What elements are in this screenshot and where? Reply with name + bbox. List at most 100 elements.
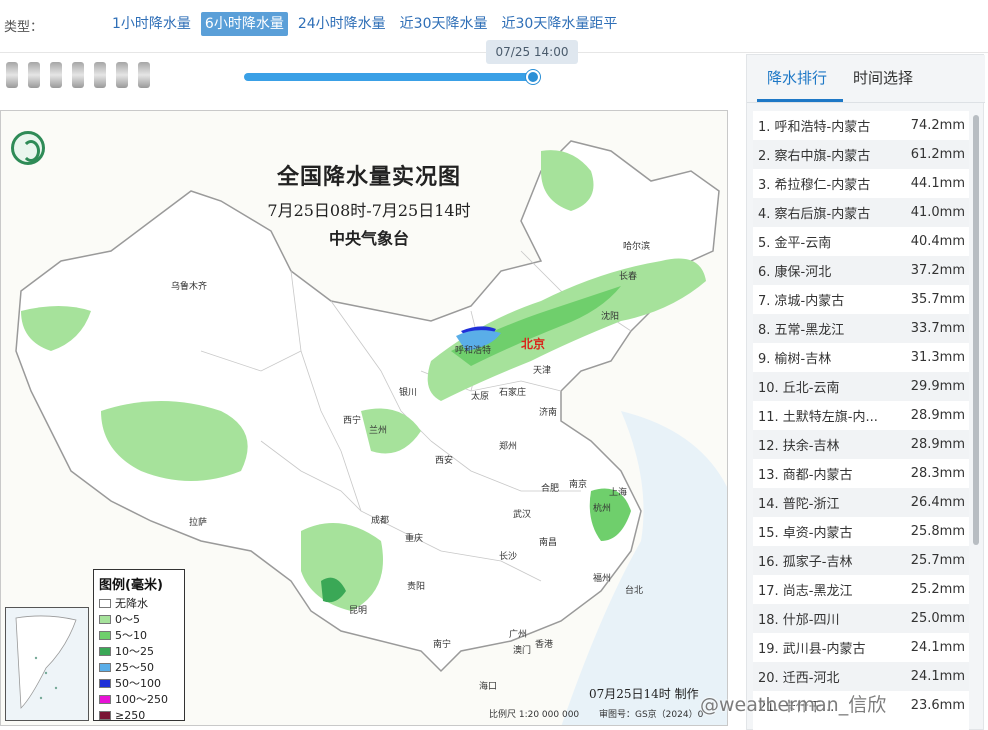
frame-thumb[interactable] xyxy=(116,62,128,88)
rank-station-name: 16. 孤家子-吉林 xyxy=(758,555,853,570)
time-slider-track[interactable] xyxy=(244,73,534,81)
rank-value: 35.7mm xyxy=(910,292,965,307)
rank-row[interactable]: 13. 商都-内蒙古 28.3mm xyxy=(753,459,969,488)
city-label: 天津 xyxy=(533,366,552,376)
rank-station-name: 15. 卓资-内蒙古 xyxy=(758,526,853,541)
rank-row[interactable]: 8. 五常-黑龙江 33.7mm xyxy=(753,314,969,343)
rank-value: 23.6mm xyxy=(910,698,965,713)
rank-station-name: 1. 呼和浩特-内蒙古 xyxy=(758,120,871,135)
legend-label: 10～25 xyxy=(115,645,154,658)
map-agency: 中央气象台 xyxy=(328,229,409,248)
rank-row[interactable]: 19. 武川县-内蒙古 24.1mm xyxy=(753,633,969,662)
rank-value: 33.7mm xyxy=(910,321,965,336)
time-slider-handle[interactable] xyxy=(526,70,540,84)
city-label: 合肥 xyxy=(541,484,560,494)
city-label: 昆明 xyxy=(349,606,368,616)
rank-station-name: 9. 榆树-吉林 xyxy=(758,352,832,367)
city-label: 南宁 xyxy=(433,640,452,650)
rank-row[interactable]: 9. 榆树-吉林 31.3mm xyxy=(753,343,969,372)
rank-value: 28.9mm xyxy=(910,437,965,452)
rank-value: 25.0mm xyxy=(910,611,965,626)
frame-thumb[interactable] xyxy=(72,62,84,88)
tab-ranking[interactable]: 降水排行 xyxy=(767,67,827,88)
rank-row[interactable]: 12. 扶余-吉林 28.9mm xyxy=(753,430,969,459)
city-label: 石家庄 xyxy=(499,388,527,398)
rank-row[interactable]: 18. 什邡-四川 25.0mm xyxy=(753,604,969,633)
rank-station-name: 10. 丘北-云南 xyxy=(758,381,840,396)
legend-swatch xyxy=(99,694,111,704)
rank-value: 28.9mm xyxy=(910,408,965,423)
rank-station-name: 7. 凉城-内蒙古 xyxy=(758,294,845,309)
city-label: 重庆 xyxy=(405,534,424,544)
city-label-capital: 北京 xyxy=(521,337,546,351)
rank-row[interactable]: 17. 尚志-黑龙江 25.2mm xyxy=(753,575,969,604)
legend-item: 50～100 xyxy=(99,675,179,691)
type-tab-1h[interactable]: 1小时降水量 xyxy=(108,12,195,36)
app-root: 类型： 1小时降水量 6小时降水量 24小时降水量 近30天降水量 近30天降水… xyxy=(0,0,988,730)
type-tab-30d[interactable]: 近30天降水量 xyxy=(396,12,492,36)
legend-label: 无降水 xyxy=(115,597,148,610)
review-note: 审图号：GS京（2024）0 xyxy=(599,710,704,720)
legend-item: 无降水 xyxy=(99,595,179,611)
frame-thumb[interactable] xyxy=(6,62,18,88)
frame-thumb[interactable] xyxy=(138,62,150,88)
map-title: 全国降水量实况图 xyxy=(276,164,461,190)
city-label: 成都 xyxy=(371,516,390,526)
rank-row[interactable]: 16. 孤家子-吉林 25.7mm xyxy=(753,546,969,575)
city-label: 哈尔滨 xyxy=(623,242,651,252)
rank-row[interactable]: 11. 土默特左旗-内... 28.9mm xyxy=(753,401,969,430)
rank-row[interactable]: 2. 察右中旗-内蒙古 61.2mm xyxy=(753,140,969,169)
rank-value: 74.2mm xyxy=(910,118,965,133)
city-label: 长春 xyxy=(619,272,638,282)
rank-station-name: 2. 察右中旗-内蒙古 xyxy=(758,149,871,164)
active-tab-underline xyxy=(757,99,843,102)
time-tooltip: 07/25 14:00 xyxy=(486,40,578,64)
rank-value: 26.4mm xyxy=(910,495,965,510)
city-label: 南京 xyxy=(569,480,588,490)
city-label: 太原 xyxy=(471,392,490,402)
rank-row[interactable]: 7. 凉城-内蒙古 35.7mm xyxy=(753,285,969,314)
frame-thumb[interactable] xyxy=(28,62,40,88)
city-label: 海口 xyxy=(479,682,498,692)
rank-station-name: 20. 迁西-河北 xyxy=(758,671,840,686)
timeline-bar: 07/25 14:00 xyxy=(0,40,740,98)
frame-thumbnails xyxy=(6,62,150,88)
frame-thumb[interactable] xyxy=(50,62,62,88)
rank-row[interactable]: 6. 康保-河北 37.2mm xyxy=(753,256,969,285)
rank-row[interactable]: 10. 丘北-云南 29.9mm xyxy=(753,372,969,401)
city-label: 郑州 xyxy=(499,442,518,452)
city-label: 南昌 xyxy=(539,538,558,548)
rank-row[interactable]: 3. 希拉穆仁-内蒙古 44.1mm xyxy=(753,169,969,198)
city-label: 杭州 xyxy=(593,504,612,514)
rank-row[interactable]: 5. 金平-云南 40.4mm xyxy=(753,227,969,256)
rank-value: 37.2mm xyxy=(910,263,965,278)
frame-thumb[interactable] xyxy=(94,62,106,88)
tab-time-select[interactable]: 时间选择 xyxy=(853,67,913,88)
legend-swatch xyxy=(99,646,111,656)
inset-map-graphic xyxy=(15,615,77,709)
legend-swatch xyxy=(99,678,111,688)
rank-station-name: 19. 武川县-内蒙古 xyxy=(758,642,866,657)
rank-station-name: 3. 希拉穆仁-内蒙古 xyxy=(758,178,871,193)
rank-row[interactable]: 4. 察右后旗-内蒙古 41.0mm xyxy=(753,198,969,227)
rank-station-name: 11. 土默特左旗-内... xyxy=(758,410,878,425)
city-label: 济南 xyxy=(539,408,558,418)
rank-value: 44.1mm xyxy=(910,176,965,191)
rank-station-name: 12. 扶余-吉林 xyxy=(758,439,840,454)
city-label: 上海 xyxy=(609,488,628,498)
rank-station-name: 14. 普陀-浙江 xyxy=(758,497,840,512)
type-tab-6h[interactable]: 6小时降水量 xyxy=(200,12,288,36)
ranking-scrollbar[interactable] xyxy=(973,115,979,545)
type-tab-24h[interactable]: 24小时降水量 xyxy=(294,12,390,36)
rank-station-name: 4. 察右后旗-内蒙古 xyxy=(758,207,871,222)
type-tab-30d-anomaly[interactable]: 近30天降水量距平 xyxy=(498,12,622,36)
city-label: 台北 xyxy=(625,586,644,596)
rank-station-name: 18. 什邡-四川 xyxy=(758,613,840,628)
rank-row[interactable]: 14. 普陀-浙江 26.4mm xyxy=(753,488,969,517)
rank-row[interactable]: 20. 迁西-河北 24.1mm xyxy=(753,662,969,691)
rank-row[interactable]: 1. 呼和浩特-内蒙古 74.2mm xyxy=(753,111,969,140)
rank-row[interactable]: 15. 卓资-内蒙古 25.8mm xyxy=(753,517,969,546)
map-legend: 图例(毫米) 无降水 0～5 5～10 10～25 25～50 50～100 1… xyxy=(93,569,185,722)
city-label: 拉萨 xyxy=(189,518,208,528)
type-tabs: 1小时降水量 6小时降水量 24小时降水量 近30天降水量 近30天降水量距平 xyxy=(108,12,621,36)
